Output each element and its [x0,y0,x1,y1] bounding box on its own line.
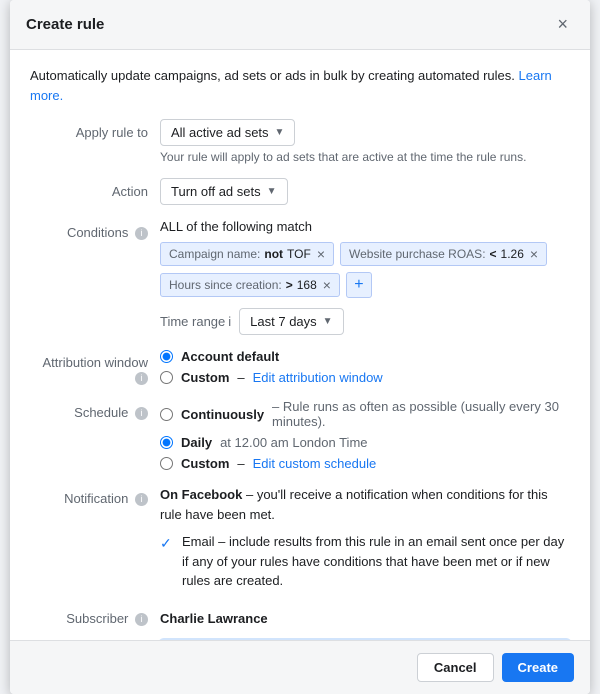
time-range-arrow-icon: ▼ [323,316,333,327]
modal-title: Create rule [26,16,104,33]
time-range-dropdown[interactable]: Last 7 days ▼ [239,308,343,335]
attribution-custom-label: Custom [181,370,229,385]
schedule-daily-radio[interactable] [160,436,173,449]
conditions-info-icon[interactable]: i [135,227,148,240]
add-condition-button[interactable]: + [346,272,372,298]
schedule-daily[interactable]: Daily at 12.00 am London Time [160,435,570,450]
action-content: Turn off ad sets ▼ [160,178,570,205]
attribution-custom-radio[interactable] [160,371,173,384]
tag-campaign-close-icon[interactable]: × [317,247,325,261]
notification-main-text: On Facebook – you'll receive a notificat… [160,485,570,524]
schedule-custom-label: Custom [181,456,229,471]
schedule-custom-link[interactable]: Edit custom schedule [253,456,377,471]
attribution-info-icon[interactable]: i [135,372,148,385]
conditions-tags: Campaign name: not TOF × Website purchas… [160,242,570,298]
notification-email-item: ✓ Email – include results from this rule… [160,532,570,591]
tag-campaign-value: TOF [287,247,311,261]
tag-hours-value: 168 [297,278,317,292]
schedule-continuously-radio[interactable] [160,408,173,421]
modal-footer: Cancel Create [10,640,590,694]
schedule-label: Schedule i [30,399,160,420]
tag-campaign-operator: not [264,247,283,261]
modal-header: Create rule × [10,0,590,50]
action-arrow-icon: ▼ [267,186,277,197]
conditions-row: Conditions i ALL of the following match … [30,219,570,335]
action-value: Turn off ad sets [171,184,261,199]
action-row: Action Turn off ad sets ▼ [30,178,570,205]
conditions-content: ALL of the following match Campaign name… [160,219,570,335]
notification-bold: On Facebook [160,487,242,502]
modal-body: Automatically update campaigns, ad sets … [10,50,590,640]
notification-row: Notification i On Facebook – you'll rece… [30,485,570,591]
time-range-row: Time range i Last 7 days ▼ [160,308,570,335]
attribution-row: Attribution window i Account default Cus… [30,349,570,385]
tag-roas-value: 1.26 [501,247,524,261]
tag-roas-label: Website purchase ROAS: [349,247,486,261]
schedule-content: Continuously – Rule runs as often as pos… [160,399,570,471]
attribution-label: Attribution window i [30,349,160,385]
notification-content: On Facebook – you'll receive a notificat… [160,485,570,591]
apply-rule-content: All active ad sets ▼ Your rule will appl… [160,119,570,164]
apply-rule-dropdown[interactable]: All active ad sets ▼ [160,119,295,146]
tag-hours-close-icon[interactable]: × [323,278,331,292]
action-label: Action [30,178,160,199]
time-range-info-icon[interactable]: i [228,314,231,329]
notification-email-text: Email – include results from this rule i… [182,532,570,591]
attribution-account-default[interactable]: Account default [160,349,570,364]
attribution-radio-group: Account default Custom – Edit attributio… [160,349,570,385]
condition-tag-hours: Hours since creation: > 168 × [160,273,340,297]
schedule-daily-desc: at 12.00 am London Time [220,435,367,450]
notification-label: Notification i [30,485,160,506]
apply-rule-label: Apply rule to [30,119,160,140]
schedule-row: Schedule i Continuously – Rule runs as o… [30,399,570,471]
create-rule-modal: Create rule × Automatically update campa… [10,0,590,694]
tag-roas-close-icon[interactable]: × [530,247,538,261]
apply-rule-value: All active ad sets [171,125,269,140]
condition-tag-campaign: Campaign name: not TOF × [160,242,334,266]
condition-tag-roas: Website purchase ROAS: < 1.26 × [340,242,547,266]
subscriber-name: Charlie Lawrance [160,605,570,626]
subscriber-label: Subscriber i [30,605,160,626]
subscriber-info-icon[interactable]: i [135,613,148,626]
schedule-daily-label: Daily [181,435,212,450]
subscriber-row: Subscriber i Charlie Lawrance [30,605,570,626]
email-label-rest: – include results from this rule in an e… [182,534,564,588]
schedule-custom[interactable]: Custom – Edit custom schedule [160,456,570,471]
notification-info-icon[interactable]: i [135,493,148,506]
email-bold-label: Email [182,534,215,549]
schedule-custom-radio[interactable] [160,457,173,470]
apply-rule-row: Apply rule to All active ad sets ▼ Your … [30,119,570,164]
conditions-label-text: Conditions i [30,219,160,240]
email-check-icon: ✓ [160,533,174,554]
attribution-content: Account default Custom – Edit attributio… [160,349,570,385]
schedule-custom-dash: – [237,456,244,471]
schedule-radio-group: Continuously – Rule runs as often as pos… [160,399,570,471]
schedule-continuously-desc: – Rule runs as often as possible (usuall… [272,399,570,429]
schedule-continuously[interactable]: Continuously – Rule runs as often as pos… [160,399,570,429]
time-range-label: Time range i [160,314,231,329]
close-button[interactable]: × [551,12,574,37]
attribution-dash: – [237,370,244,385]
attribution-default-label: Account default [181,349,279,364]
schedule-info-icon[interactable]: i [135,407,148,420]
attribution-custom[interactable]: Custom – Edit attribution window [160,370,570,385]
time-range-value: Last 7 days [250,314,317,329]
tag-hours-operator: > [286,278,293,292]
conditions-match-text: ALL of the following match [160,219,570,234]
apply-rule-helper: Your rule will apply to ad sets that are… [160,150,570,164]
create-button[interactable]: Create [502,653,574,682]
subscriber-content: Charlie Lawrance [160,605,570,626]
attribution-default-radio[interactable] [160,350,173,363]
intro-text: Automatically update campaigns, ad sets … [30,66,570,105]
apply-rule-arrow-icon: ▼ [275,127,285,138]
action-dropdown[interactable]: Turn off ad sets ▼ [160,178,288,205]
tag-roas-operator: < [490,247,497,261]
schedule-continuously-label: Continuously [181,407,264,422]
tag-campaign-label: Campaign name: [169,247,260,261]
tag-hours-label: Hours since creation: [169,278,282,292]
cancel-button[interactable]: Cancel [417,653,494,682]
attribution-custom-link[interactable]: Edit attribution window [253,370,383,385]
